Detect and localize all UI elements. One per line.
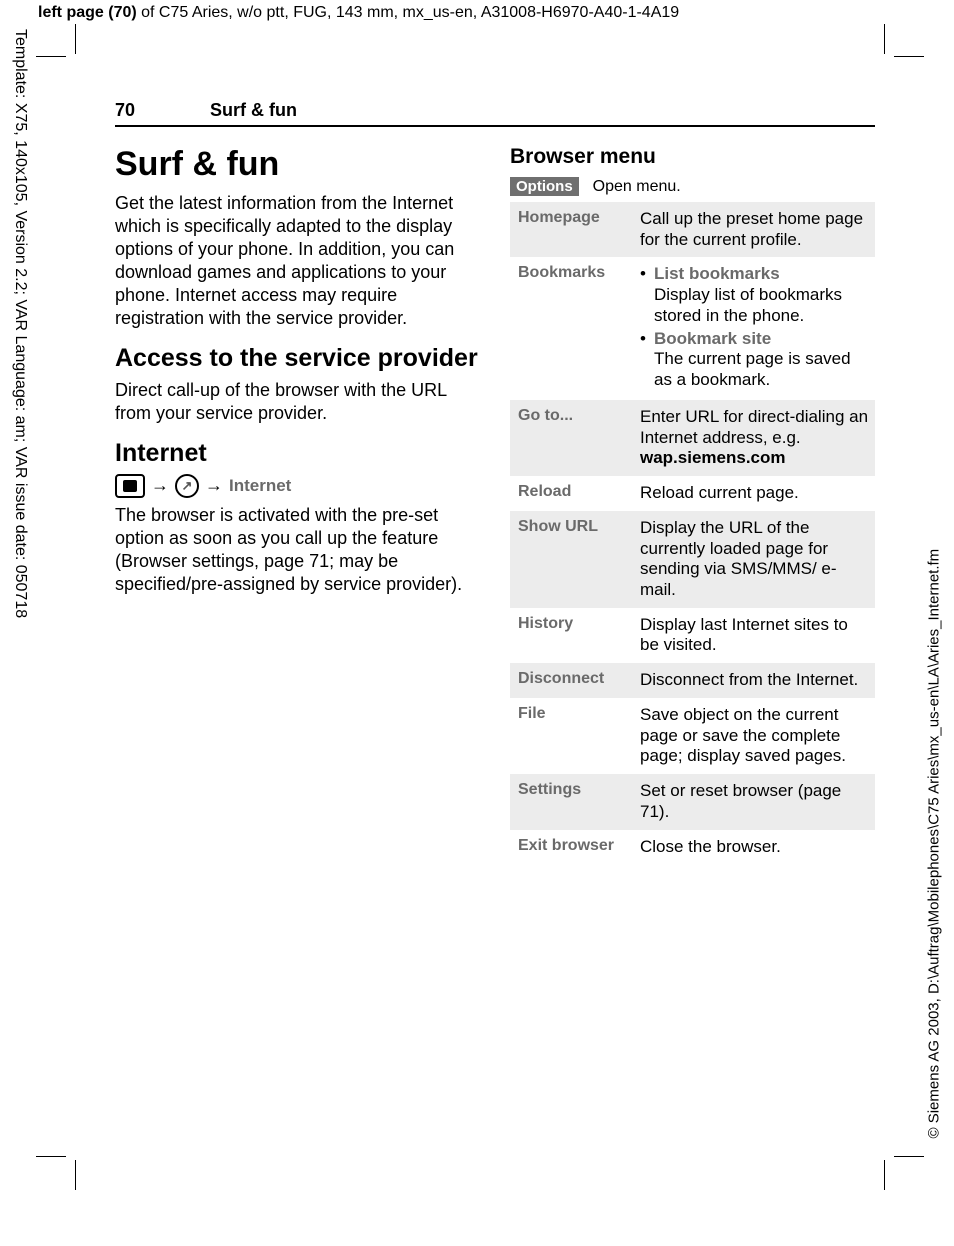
heading-access-provider: Access to the service provider xyxy=(115,344,480,373)
bullet-head: List bookmarks xyxy=(654,264,780,283)
running-head: 70 Surf & fun xyxy=(115,100,875,127)
access-provider-paragraph: Direct call-up of the browser with the U… xyxy=(115,379,480,425)
menu-key: History xyxy=(510,608,632,663)
menu-value: List bookmarks Display list of bookmarks … xyxy=(632,257,875,399)
crop-mark xyxy=(75,24,76,54)
intro-paragraph: Get the latest information from the Inte… xyxy=(115,192,480,330)
table-row: Bookmarks List bookmarks Display list of … xyxy=(510,257,875,399)
goto-example-url: wap.siemens.com xyxy=(640,448,786,467)
list-item: List bookmarks Display list of bookmarks … xyxy=(640,264,869,326)
menu-value: Set or reset browser (page 71). xyxy=(632,774,875,829)
menu-key: Reload xyxy=(510,476,632,511)
menu-value: Save object on the current page or save … xyxy=(632,698,875,774)
crop-mark xyxy=(894,56,924,57)
menu-key: Exit browser xyxy=(510,830,632,865)
browser-menu-heading: Browser menu xyxy=(510,145,875,169)
page-content: 70 Surf & fun Surf & fun Get the latest … xyxy=(115,100,875,864)
bullet-body: The current page is saved as a bookmark. xyxy=(654,349,851,389)
page-number: 70 xyxy=(115,100,210,121)
page-title: Surf & fun xyxy=(115,145,480,184)
menu-value: Display last Internet sites to be visite… xyxy=(632,608,875,663)
table-row: Show URL Display the URL of the currentl… xyxy=(510,511,875,608)
table-row: File Save object on the current page or … xyxy=(510,698,875,774)
nav-label: Internet xyxy=(229,476,291,496)
crop-mark xyxy=(36,1156,66,1157)
menu-key: Settings xyxy=(510,774,632,829)
section-title: Surf & fun xyxy=(210,100,297,121)
options-description: Open menu. xyxy=(593,178,681,196)
table-row: Go to... Enter URL for direct-dialing an… xyxy=(510,400,875,476)
menu-key: Go to... xyxy=(510,400,632,476)
crop-header: left page (70) of C75 Aries, w/o ptt, FU… xyxy=(38,4,679,22)
menu-key: Bookmarks xyxy=(510,257,632,399)
side-text-left: Template: X75, 140x105, Version 2.2; VAR… xyxy=(11,29,29,789)
goto-text: Enter URL for direct-dialing an Internet… xyxy=(640,407,868,447)
table-row: Settings Set or reset browser (page 71). xyxy=(510,774,875,829)
menu-value: Close the browser. xyxy=(632,830,875,865)
options-row: Options Open menu. xyxy=(510,177,875,196)
navigation-path: → ↗ → Internet xyxy=(115,474,480,498)
crop-header-prefix: left page (70) xyxy=(38,4,137,21)
arrow-icon: → xyxy=(151,475,169,496)
table-row: Disconnect Disconnect from the Internet. xyxy=(510,663,875,698)
table-row: History Display last Internet sites to b… xyxy=(510,608,875,663)
side-text-right: © Siemens AG 2003, D:\Auftrag\Mobilephon… xyxy=(926,399,943,1139)
table-row: Homepage Call up the preset home page fo… xyxy=(510,202,875,257)
menu-key: Show URL xyxy=(510,511,632,608)
table-row: Exit browser Close the browser. xyxy=(510,830,875,865)
bullet-head: Bookmark site xyxy=(654,329,771,348)
menu-value: Disconnect from the Internet. xyxy=(632,663,875,698)
menu-value: Call up the preset home page for the cur… xyxy=(632,202,875,257)
arrow-icon: → xyxy=(205,475,223,496)
bullet-body: Display list of bookmarks stored in the … xyxy=(654,285,842,325)
table-row: Reload Reload current page. xyxy=(510,476,875,511)
crop-mark xyxy=(894,1156,924,1157)
internet-paragraph: The browser is activated with the pre-se… xyxy=(115,504,480,596)
options-softkey: Options xyxy=(510,177,579,196)
menu-key: Homepage xyxy=(510,202,632,257)
crop-mark xyxy=(36,56,66,57)
browser-menu-table: Homepage Call up the preset home page fo… xyxy=(510,202,875,864)
crop-mark xyxy=(884,24,885,54)
menu-value: Display the URL of the currently loaded … xyxy=(632,511,875,608)
softkey-icon xyxy=(115,474,145,498)
menu-value: Reload current page. xyxy=(632,476,875,511)
globe-icon: ↗ xyxy=(175,474,199,498)
right-column: Browser menu Options Open menu. Homepage… xyxy=(510,145,875,864)
crop-mark xyxy=(75,1160,76,1190)
crop-header-rest: of C75 Aries, w/o ptt, FUG, 143 mm, mx_u… xyxy=(137,4,679,21)
menu-key: File xyxy=(510,698,632,774)
crop-mark xyxy=(884,1160,885,1190)
menu-value: Enter URL for direct-dialing an Internet… xyxy=(632,400,875,476)
heading-internet: Internet xyxy=(115,439,480,468)
list-item: Bookmark siteThe current page is saved a… xyxy=(640,329,869,391)
left-column: Surf & fun Get the latest information fr… xyxy=(115,145,480,864)
menu-key: Disconnect xyxy=(510,663,632,698)
